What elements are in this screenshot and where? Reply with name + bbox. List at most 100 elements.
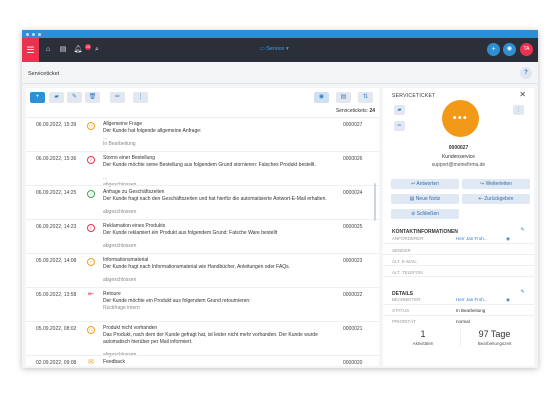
user-avatar[interactable]: TA bbox=[520, 43, 533, 56]
processing-time-stat: 97 Tage Bearbeitungszeit bbox=[460, 329, 528, 346]
ticket-number: 0000024 bbox=[343, 190, 363, 196]
ticket-description: Der Kunde reklamiert ein Produkt aus fol… bbox=[103, 230, 278, 236]
ticket-number: 0000021 bbox=[343, 326, 363, 332]
ticket-row[interactable]: 06.09.2022, 15:36 ✓ Storno einer Bestellun… bbox=[26, 151, 379, 188]
ticket-date: 06.09.2022, 14:23 bbox=[36, 224, 77, 230]
ticket-avatar: ••• bbox=[442, 100, 479, 137]
page-title: Serviceticket bbox=[28, 71, 60, 77]
requester-value[interactable]: Herr Jan Froh... bbox=[456, 236, 488, 241]
editor-value[interactable]: Herr Jan Froh... bbox=[456, 297, 488, 302]
ticket-title[interactable]: Storno einer Bestellung bbox=[103, 155, 155, 161]
ticket-title[interactable]: Retoure bbox=[103, 291, 121, 297]
ticket-date: 05.09.2022, 14:08 bbox=[36, 258, 77, 264]
view-toggle-icon[interactable]: ◉ bbox=[314, 92, 329, 103]
help-button[interactable]: ? bbox=[520, 67, 532, 79]
app-window: ☰ ⌂ ▤ 🔔︎ 10 ⌕ ▭ Service ▾ + ◉ TA Service… bbox=[22, 30, 538, 368]
more-icon[interactable]: ⋮ bbox=[133, 92, 148, 103]
alt-email-label: ALT. E-MAIL bbox=[392, 259, 417, 264]
window-dot-icon[interactable] bbox=[26, 32, 29, 36]
sort-icon[interactable]: ⇅ bbox=[358, 92, 373, 103]
sender-row: SENDER bbox=[383, 244, 534, 255]
home-icon[interactable]: ⌂ bbox=[43, 45, 53, 55]
ticket-row[interactable]: 06.09.2022, 14:23 ✓ Reklamation eines Prod… bbox=[26, 219, 379, 253]
ticket-number: 0000022 bbox=[343, 292, 363, 298]
close-ticket-label: Schließen bbox=[416, 211, 439, 217]
menu-icon[interactable]: ☰ bbox=[22, 38, 39, 62]
status-row: STATUS In Bearbeitung bbox=[383, 305, 534, 316]
add-ticket-button[interactable]: + bbox=[30, 92, 45, 103]
user-circle-icon[interactable]: ◉ bbox=[503, 43, 516, 56]
search-icon[interactable]: ⌕ bbox=[92, 45, 102, 55]
sender-label: SENDER bbox=[392, 248, 411, 253]
add-icon[interactable]: + bbox=[487, 43, 500, 56]
ticket-row[interactable]: 02.09.2022, 09:08 ✉ Feedback 0000020 bbox=[26, 355, 379, 367]
eye-icon[interactable]: ◉ bbox=[506, 297, 510, 303]
alt-phone-label: ALT. TELEFON bbox=[392, 270, 423, 275]
ticket-number: 0000025 bbox=[343, 224, 363, 230]
inbox-icon[interactable]: ▤ bbox=[58, 45, 68, 55]
requester-label: ANFORDERER bbox=[392, 236, 424, 241]
ticket-title[interactable]: Anfrage zu Geschäftszeiten bbox=[103, 189, 164, 195]
service-switcher[interactable]: ▭ Service ▾ bbox=[260, 46, 289, 52]
list-view-icon[interactable]: ▤ bbox=[336, 92, 351, 103]
ticket-description: Der Kunde hat folgende allgemeine Anfrag… bbox=[103, 128, 202, 134]
editor-label: BEARBEITER bbox=[392, 297, 421, 302]
alt-email-row: ALT. E-MAIL bbox=[383, 255, 534, 266]
new-note-button[interactable]: ▤ Neue Notiz bbox=[391, 194, 459, 204]
forward-button[interactable]: ↪ Weiterleiten bbox=[462, 179, 530, 189]
bell-icon[interactable]: 🔔︎ bbox=[73, 45, 83, 55]
priority-value: normal bbox=[456, 319, 470, 324]
ticket-number: 0000020 bbox=[343, 360, 363, 366]
window-dot-icon[interactable] bbox=[32, 32, 35, 36]
ticket-row[interactable]: 05.09.2022, 13:58 ⇤ Retoure Der Kunde möcht… bbox=[26, 287, 379, 321]
department: Kundenservice bbox=[441, 154, 476, 160]
close-ticket-button[interactable]: ⊘ Schließen bbox=[391, 209, 459, 219]
more-icon[interactable]: ⋮ bbox=[513, 105, 524, 115]
pencil-icon[interactable]: ✏︎ bbox=[394, 121, 405, 131]
ticket-description: Der Kunde möchte seine Bestellung aus fo… bbox=[103, 162, 316, 168]
ticket-row[interactable]: 06.09.2022, 14:25 ✓ Anfrage zu Geschäftsze… bbox=[26, 185, 379, 219]
ticket-row[interactable]: 06.09.2022, 15:39 ◷ Allgemeine Frage Der Ku… bbox=[26, 117, 379, 151]
window-dot-icon[interactable] bbox=[38, 32, 41, 36]
ticket-count-value: 24 bbox=[369, 108, 375, 114]
pencil-icon[interactable]: ✏︎ bbox=[110, 92, 125, 103]
ticket-status: abgeschlossen bbox=[103, 277, 137, 283]
reply-label: Antworten bbox=[416, 181, 439, 187]
alt-phone-row: ALT. TELEFON bbox=[383, 266, 534, 277]
status-value: In Bearbeitung bbox=[456, 308, 486, 313]
ticket-date: 05.09.2022, 08:02 bbox=[36, 326, 77, 332]
edit-contact-icon[interactable]: ✎ bbox=[517, 225, 528, 235]
service-label: Service ▾ bbox=[266, 46, 289, 52]
ticket-title[interactable]: Allgemeine Frage bbox=[103, 121, 142, 127]
ticket-detail-panel: SERVICETICKET ✕ ▰ ✏︎ ⋮ ••• 0000027 Kunde… bbox=[383, 88, 534, 366]
activities-value: 1 bbox=[420, 329, 426, 339]
close-icon[interactable]: ✕ bbox=[519, 90, 526, 99]
reset-button[interactable]: ⇤ Zurückgeben bbox=[462, 194, 530, 204]
detail-header: SERVICETICKET bbox=[392, 93, 436, 99]
ticket-title[interactable]: Reklamation eines Produkts bbox=[103, 223, 165, 229]
ticket-title[interactable]: Informationsmaterial bbox=[103, 257, 148, 263]
title-bar bbox=[22, 30, 538, 38]
notification-badge: 10 bbox=[85, 44, 91, 50]
ticket-title[interactable]: Produkt nicht vorhanden bbox=[103, 325, 157, 331]
mail-icon: ✉ bbox=[88, 359, 94, 366]
folder-icon[interactable]: ▰ bbox=[49, 92, 64, 103]
folder-icon[interactable]: ▰ bbox=[394, 105, 405, 115]
ticket-count-label: Servicetickets: bbox=[335, 108, 369, 114]
ticket-number: 0000027 bbox=[343, 122, 363, 128]
scrollbar[interactable] bbox=[374, 183, 376, 221]
ticket-title[interactable]: Feedback bbox=[103, 359, 125, 365]
editor-row: BEARBEITER Herr Jan Froh... ◉ bbox=[383, 294, 534, 305]
trash-icon[interactable]: 🗑︎ bbox=[85, 92, 100, 103]
ticket-description: Der Kunde fragt nach Informationsmateria… bbox=[103, 264, 291, 270]
priority-row: PRIORITÄT normal bbox=[383, 316, 534, 327]
ticket-row[interactable]: 05.09.2022, 14:08 ✓ Informationsmaterial De… bbox=[26, 253, 379, 287]
reply-button[interactable]: ↩ Antworten bbox=[391, 179, 459, 189]
ticket-row[interactable]: 05.09.2022, 08:02 ◷ Produkt nicht vorhande… bbox=[26, 321, 379, 358]
priority-label: PRIORITÄT bbox=[392, 319, 417, 324]
eye-icon[interactable]: ◉ bbox=[506, 236, 510, 242]
forward-label: Weiterleiten bbox=[485, 181, 512, 187]
page-header: Serviceticket ? bbox=[22, 62, 538, 84]
edit-icon[interactable]: ✎ bbox=[67, 92, 82, 103]
clock-icon: ◷ bbox=[87, 326, 95, 334]
